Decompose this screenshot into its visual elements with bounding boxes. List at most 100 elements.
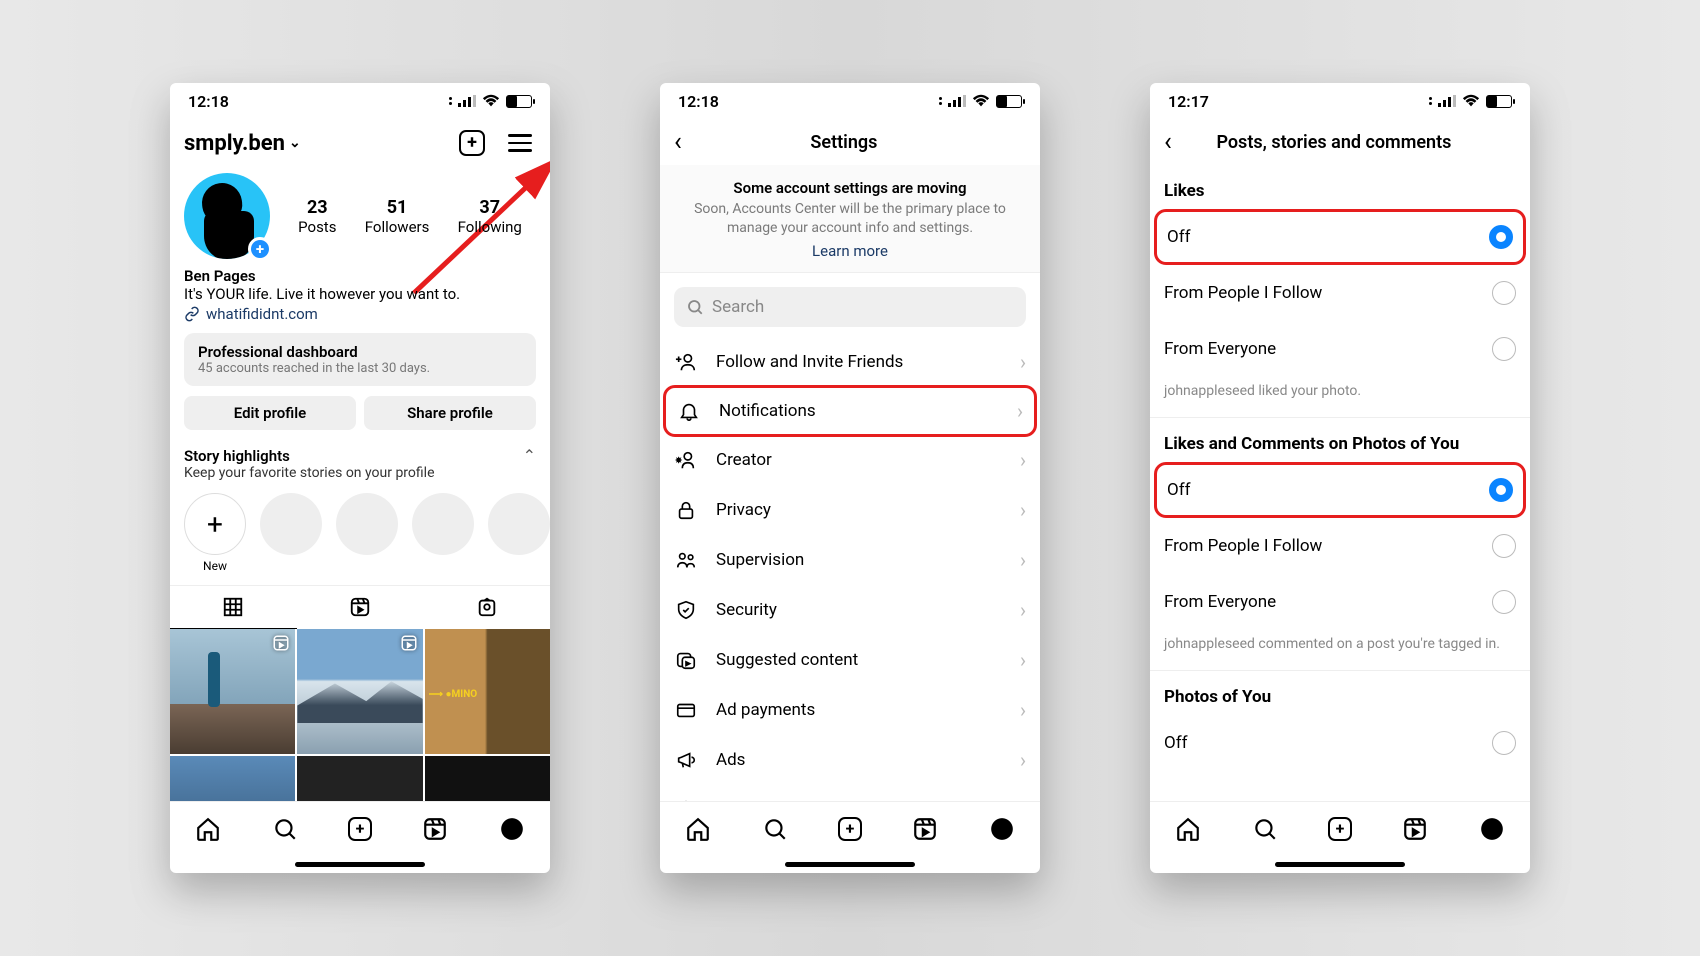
- chevron-right-icon: ›: [1020, 498, 1026, 522]
- search-icon[interactable]: [762, 816, 788, 842]
- avatar[interactable]: +: [184, 173, 270, 259]
- share-profile-button[interactable]: Share profile: [364, 396, 536, 430]
- chevron-right-icon: ›: [1020, 648, 1026, 672]
- reels-nav-icon[interactable]: [422, 816, 448, 842]
- lock-icon: [674, 499, 698, 521]
- stat-followers[interactable]: 51Followers: [365, 197, 430, 236]
- stat-following[interactable]: 37Following: [458, 197, 522, 236]
- status-icons: [937, 94, 1022, 108]
- settings-row-ad-payments[interactable]: Ad payments›: [660, 685, 1040, 735]
- profile-nav-icon[interactable]: [989, 816, 1015, 842]
- back-button[interactable]: ‹: [1164, 127, 1172, 157]
- settings-row-invite[interactable]: Follow and Invite Friends›: [660, 337, 1040, 387]
- option-photos-follow[interactable]: From People I Follow: [1150, 518, 1530, 574]
- stats-row: 23Posts 51Followers 37Following: [284, 197, 536, 236]
- option-likes-off[interactable]: Off: [1154, 209, 1526, 265]
- menu-button[interactable]: [504, 127, 536, 159]
- dual-sim-icon: [939, 97, 942, 105]
- settings-row-notifications[interactable]: Notifications›: [663, 385, 1037, 437]
- grid-cell[interactable]: [297, 756, 422, 801]
- grid-cell[interactable]: [425, 629, 550, 754]
- battery-icon: [506, 95, 532, 108]
- create-icon[interactable]: +: [838, 817, 862, 841]
- profile-header: smply.ben ⌄ +: [170, 119, 550, 167]
- grid-cell[interactable]: [425, 756, 550, 801]
- home-icon[interactable]: [685, 816, 711, 842]
- search-icon[interactable]: [272, 816, 298, 842]
- create-button[interactable]: +: [456, 127, 488, 159]
- profile-nav-icon[interactable]: [499, 816, 525, 842]
- settings-row-supervision[interactable]: Supervision›: [660, 535, 1040, 585]
- row-label: Creator: [716, 450, 772, 470]
- search-field[interactable]: Search: [674, 287, 1026, 327]
- notice-subtitle: Soon, Accounts Center will be the primar…: [682, 200, 1018, 238]
- reels-nav-icon[interactable]: [912, 816, 938, 842]
- chevron-right-icon: ›: [1020, 698, 1026, 722]
- option-label: From Everyone: [1164, 592, 1276, 612]
- reels-icon: [272, 634, 290, 652]
- home-icon[interactable]: [195, 816, 221, 842]
- tab-tagged[interactable]: [423, 586, 550, 629]
- story-placeholder: [488, 493, 550, 573]
- story-new[interactable]: +New: [184, 493, 246, 573]
- profile-nav-icon[interactable]: [1479, 816, 1505, 842]
- settings-row-privacy[interactable]: Privacy ›: [660, 485, 1040, 535]
- profile-tabs: [170, 585, 550, 629]
- create-icon[interactable]: +: [348, 817, 372, 841]
- page-title: Posts, stories and comments: [1172, 132, 1496, 153]
- edit-profile-button[interactable]: Edit profile: [184, 396, 356, 430]
- signal-icon: [948, 95, 966, 107]
- bio-link[interactable]: whatifididnt.com: [170, 303, 550, 333]
- settings-row-account[interactable]: Account›: [660, 785, 1040, 801]
- megaphone-icon: [674, 749, 698, 771]
- option-likes-everyone[interactable]: From Everyone: [1150, 321, 1530, 377]
- option-photos-off[interactable]: Off: [1154, 462, 1526, 518]
- chevron-right-icon: ›: [1020, 798, 1026, 801]
- collapse-icon[interactable]: ⌃: [523, 446, 536, 465]
- search-icon[interactable]: [1252, 816, 1278, 842]
- dashboard-title: Professional dashboard: [198, 343, 522, 361]
- username-switcher[interactable]: smply.ben ⌄: [184, 131, 301, 156]
- learn-more-link[interactable]: Learn more: [812, 242, 888, 260]
- stat-posts[interactable]: 23Posts: [298, 197, 336, 236]
- option-label: Off: [1167, 480, 1191, 500]
- story-new-label: New: [203, 559, 227, 573]
- tab-grid[interactable]: [170, 586, 297, 629]
- grid-cell[interactable]: [297, 629, 422, 754]
- story-placeholder: [336, 493, 398, 573]
- grid-cell[interactable]: [170, 756, 295, 801]
- bell-icon: [677, 400, 701, 422]
- option-label: Off: [1164, 733, 1188, 753]
- status-icons: [1427, 94, 1512, 108]
- settings-row-suggested[interactable]: Suggested content ›: [660, 635, 1040, 685]
- settings-row-security[interactable]: Security›: [660, 585, 1040, 635]
- option-photosofyou-off[interactable]: Off: [1150, 715, 1530, 771]
- story-highlights-sub: Keep your favorite stories on your profi…: [170, 465, 550, 489]
- chevron-right-icon: ›: [1020, 448, 1026, 472]
- reels-nav-icon[interactable]: [1402, 816, 1428, 842]
- search-placeholder: Search: [712, 297, 764, 317]
- professional-dashboard[interactable]: Professional dashboard 45 accounts reach…: [184, 333, 536, 386]
- settings-row-ads[interactable]: Ads›: [660, 735, 1040, 785]
- row-label: Suggested content: [716, 650, 858, 670]
- creator-icon: [674, 449, 698, 471]
- back-button[interactable]: ‹: [674, 127, 682, 157]
- tab-reels[interactable]: [297, 586, 424, 629]
- home-indicator: [1150, 855, 1530, 873]
- plus-square-icon: +: [459, 130, 485, 156]
- option-label: From Everyone: [1164, 339, 1276, 359]
- wifi-icon: [1462, 94, 1480, 108]
- settings-row-creator[interactable]: Creator ›: [660, 435, 1040, 485]
- phone-notifications-settings: 12:17 ‹ Posts, stories and comments Like…: [1150, 83, 1530, 873]
- option-photos-everyone[interactable]: From Everyone: [1150, 574, 1530, 630]
- notif-content: Likes Off From People I Follow From Ever…: [1150, 165, 1530, 801]
- option-likes-follow[interactable]: From People I Follow: [1150, 265, 1530, 321]
- create-icon[interactable]: +: [1328, 817, 1352, 841]
- wifi-icon: [972, 94, 990, 108]
- add-story-badge[interactable]: +: [248, 237, 272, 261]
- grid-cell[interactable]: [170, 629, 295, 754]
- option-label: Off: [1167, 227, 1191, 247]
- row-label: Privacy: [716, 500, 771, 520]
- accounts-center-notice: Some account settings are moving Soon, A…: [660, 165, 1040, 273]
- home-icon[interactable]: [1175, 816, 1201, 842]
